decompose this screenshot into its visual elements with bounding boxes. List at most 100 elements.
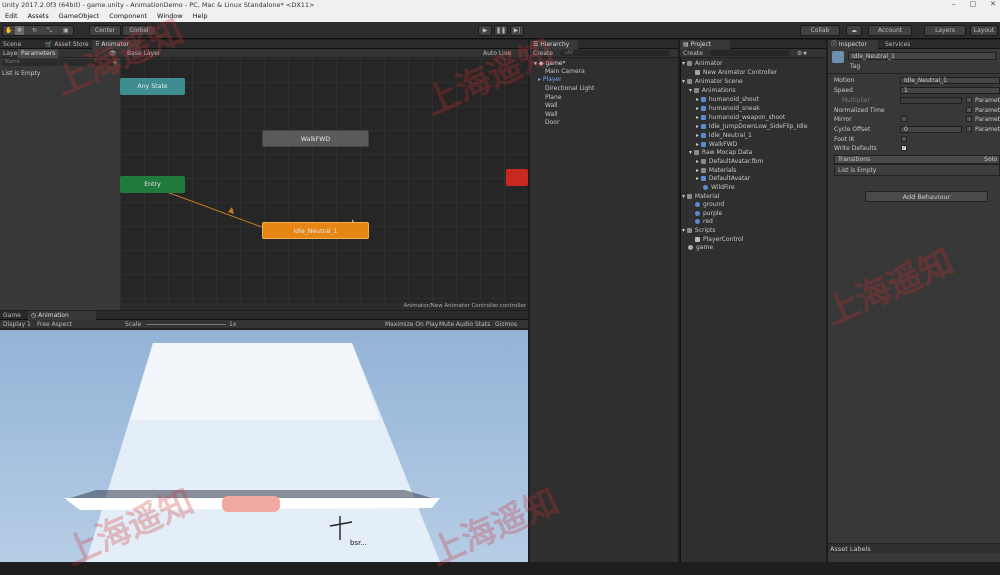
asset-item[interactable]: ▸ Materials	[696, 167, 736, 175]
pivot-center-toggle[interactable]: Center	[89, 25, 121, 36]
filter-icon[interactable]: ⚙★	[794, 49, 811, 58]
stats-toggle[interactable]: Stats	[472, 320, 493, 329]
tab-hierarchy[interactable]: ☰ Hierarchy	[530, 40, 578, 49]
cycle-offset-field[interactable]: 0	[900, 126, 962, 133]
idle-neutral-state-node[interactable]: Idle_Neutral_1	[262, 222, 369, 239]
hand-tool-icon[interactable]: ✋	[5, 26, 12, 35]
hierarchy-item[interactable]: Main Camera	[545, 68, 585, 76]
base-layer-breadcrumb[interactable]: Base Layer	[124, 49, 163, 58]
asset-item[interactable]: ▸ Idle_JumpDownLow_SideFlip_Idle	[696, 123, 807, 131]
tab-services[interactable]: Services	[882, 40, 913, 49]
walkfwd-state-node[interactable]: WalkFWD	[262, 130, 369, 147]
aspect-dropdown[interactable]: Free Aspect	[34, 320, 75, 329]
multiplier-parameter-checkbox[interactable]	[966, 97, 972, 103]
cycle-offset-parameter-checkbox[interactable]	[966, 126, 972, 132]
menu-edit[interactable]: Edit	[0, 10, 23, 22]
rotate-tool-icon[interactable]: ↻	[32, 26, 37, 35]
folder-raw-mocap[interactable]: ▾ Raw Mocap Data	[689, 149, 752, 157]
menu-component[interactable]: Component	[104, 10, 152, 22]
layers-dropdown[interactable]: Layers	[924, 25, 966, 36]
multiplier-field[interactable]	[900, 97, 962, 104]
motion-field[interactable]: Idle_Neutral_1	[900, 77, 1000, 84]
tab-animation[interactable]: ◷ Animation	[28, 311, 96, 320]
asset-item[interactable]: ▸ DefaultAvatar	[696, 175, 750, 183]
asset-item[interactable]: New Animator Controller	[695, 69, 777, 77]
cloud-icon[interactable]: ☁	[846, 25, 862, 36]
mirror-checkbox[interactable]	[901, 116, 907, 122]
menu-assets[interactable]: Assets	[23, 10, 54, 22]
hierarchy-item[interactable]: Directional Light	[545, 85, 594, 93]
asset-item[interactable]: PlayerControl	[695, 236, 743, 244]
tab-asset-store[interactable]: 🛒 Asset Store	[42, 40, 92, 49]
project-create-dropdown[interactable]: Create	[680, 49, 706, 58]
asset-item[interactable]: ▸ Idle_Neutral_1	[696, 132, 752, 140]
auto-live-link-toggle[interactable]: Auto Live Link	[480, 49, 528, 66]
asset-item[interactable]: ▸ humanoid_weapon_shoot	[696, 114, 785, 122]
folder-animations[interactable]: ▾ Animations	[689, 87, 736, 95]
gizmos-dropdown[interactable]: Gizmos	[492, 320, 520, 329]
rect-tool-icon[interactable]: ▣	[63, 26, 69, 35]
menu-help[interactable]: Help	[188, 10, 213, 22]
asset-item[interactable]: red	[695, 218, 713, 226]
play-button[interactable]: ▶	[478, 25, 492, 36]
hierarchy-item-player[interactable]: ▸ Player	[538, 76, 562, 84]
hierarchy-search-input[interactable]: ⌕All	[560, 50, 670, 56]
minimize-button[interactable]: –	[952, 0, 956, 10]
entry-node[interactable]: Entry	[120, 176, 185, 193]
asset-item[interactable]: game	[688, 244, 713, 252]
scale-tool-icon[interactable]: ⤡	[47, 26, 52, 35]
asset-item[interactable]: ▸ humanoid_sneak	[696, 105, 760, 113]
tab-parameters[interactable]: Parameters	[18, 49, 59, 58]
hierarchy-item[interactable]: Wall	[545, 102, 558, 110]
menu-gameobject[interactable]: GameObject	[54, 10, 105, 22]
folder-scripts[interactable]: ▾ Scripts	[682, 227, 715, 235]
asset-item[interactable]: purple	[695, 210, 722, 218]
add-parameter-icon[interactable]: +	[112, 59, 118, 67]
scale-slider[interactable]	[146, 324, 226, 325]
tab-animator[interactable]: ⠿ Animator	[92, 40, 140, 49]
parameter-search-input[interactable]: Name	[2, 59, 114, 66]
folder-material[interactable]: ▾ Material	[682, 193, 719, 201]
tab-inspector[interactable]: ⓘ Inspector	[828, 40, 878, 49]
asset-item[interactable]: ▸ WalkFWD	[696, 141, 737, 149]
folder-animator-scene[interactable]: ▾ Animator Scene	[682, 78, 743, 86]
tab-scene[interactable]: Scene	[0, 40, 24, 49]
hierarchy-item[interactable]: Plane	[545, 94, 561, 102]
layout-dropdown[interactable]: Layout	[970, 25, 998, 36]
pause-button[interactable]: ❚❚	[494, 25, 508, 36]
foot-ik-checkbox[interactable]	[901, 136, 907, 142]
write-defaults-checkbox[interactable]: ✓	[901, 145, 907, 151]
maximize-button[interactable]: □	[970, 0, 977, 10]
asset-item[interactable]: ground	[695, 201, 724, 209]
hierarchy-item[interactable]: Door	[545, 119, 559, 127]
eye-icon[interactable]: 👁	[106, 49, 120, 58]
game-viewport[interactable]: bsr...	[0, 330, 528, 562]
menu-window[interactable]: Window	[152, 10, 188, 22]
mute-audio-toggle[interactable]: Mute Audio	[436, 320, 476, 329]
display-dropdown[interactable]: Display 1	[0, 320, 34, 329]
account-dropdown[interactable]: Account	[868, 25, 912, 36]
exit-node[interactable]	[506, 169, 528, 186]
mirror-parameter-checkbox[interactable]	[966, 116, 972, 122]
add-behaviour-button[interactable]: Add Behaviour	[865, 191, 988, 202]
hierarchy-item[interactable]: Wall	[545, 111, 558, 119]
move-tool-icon[interactable]: ✥	[15, 26, 25, 35]
tab-project[interactable]: ▤ Project	[680, 40, 730, 49]
pivot-global-toggle[interactable]: Global	[122, 25, 156, 36]
collab-button[interactable]: Collab	[800, 25, 840, 36]
tab-game[interactable]: Game	[0, 311, 24, 320]
project-search-input[interactable]	[710, 50, 790, 56]
state-name-field[interactable]: Idle_Neutral_1	[848, 52, 996, 60]
asset-item[interactable]: ▸ humanoid_shout	[696, 96, 759, 104]
close-button[interactable]: ✕	[990, 0, 996, 10]
any-state-node[interactable]: Any State	[120, 78, 185, 95]
asset-item[interactable]: ▸ DefaultAvatar.fbm	[696, 158, 763, 166]
hierarchy-create-dropdown[interactable]: Create	[530, 49, 556, 58]
maximize-on-play-toggle[interactable]: Maximize On Play	[382, 320, 441, 329]
normalized-time-checkbox[interactable]	[966, 107, 972, 113]
folder-animator[interactable]: ▾ Animator	[682, 60, 723, 68]
step-button[interactable]: ▶|	[510, 25, 524, 36]
speed-field[interactable]: 1	[900, 87, 1000, 94]
scene-root[interactable]: ▾ ◆ game*	[534, 60, 565, 68]
asset-item[interactable]: WildFire	[703, 184, 735, 192]
